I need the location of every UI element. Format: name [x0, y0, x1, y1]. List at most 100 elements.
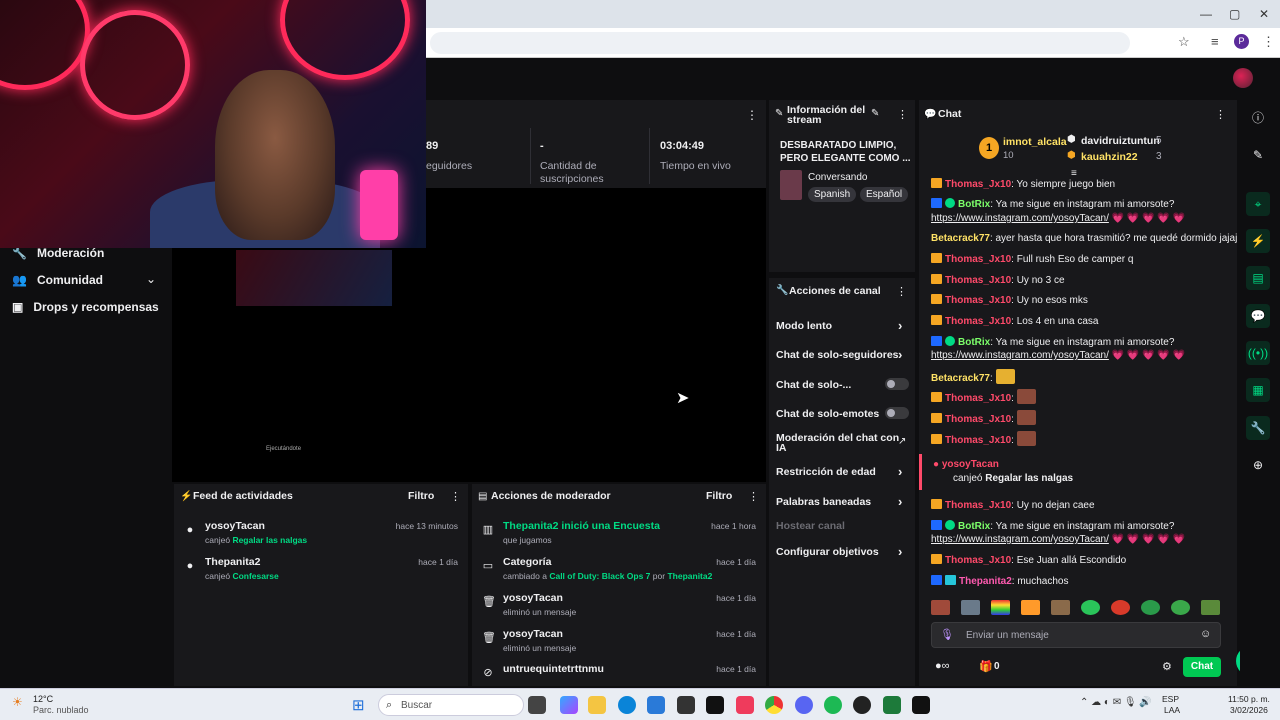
subs-only-toggle[interactable] [885, 378, 909, 390]
settings-gear-icon[interactable]: ⚙ [1162, 660, 1172, 673]
mic-icon[interactable]: 🎙 [940, 628, 954, 641]
emote[interactable] [1171, 600, 1190, 615]
obs-icon[interactable] [853, 696, 871, 714]
more-icon[interactable]: ⋮ [450, 490, 461, 503]
bookmark-star-icon[interactable]: ☆ [1178, 34, 1190, 50]
avatar[interactable] [1233, 68, 1253, 88]
emote-picker-icon[interactable]: ☺ [1200, 628, 1211, 640]
second-name[interactable]: davidruiztuntun [1081, 135, 1160, 147]
clock-time[interactable]: 11:50 p. m. [1228, 694, 1270, 704]
channel-points-icon[interactable]: ●∞ [935, 660, 950, 672]
filter-button[interactable]: Filtro [706, 490, 732, 502]
third-name[interactable]: kauahzin22 [1081, 151, 1138, 163]
chevron-right-icon[interactable]: › [898, 318, 902, 333]
emote[interactable] [1141, 600, 1160, 615]
tray-icons[interactable]: ⌃ ☁ ◐ ✉ 🎙 🔊 [1080, 697, 1152, 708]
action-followers-only[interactable]: Chat de solo-seguidores [776, 349, 899, 361]
focus-icon[interactable]: ⌖ [1246, 192, 1270, 216]
chat-icon[interactable]: 💬 [1246, 304, 1270, 328]
edit-icon[interactable]: ✎ [871, 108, 879, 119]
chat-send-button[interactable]: Chat [1183, 657, 1221, 677]
close-icon[interactable]: ✕ [1259, 7, 1269, 21]
windows-start-icon[interactable]: ⊞ [352, 696, 365, 714]
tiktok-icon[interactable] [706, 696, 724, 714]
tag[interactable]: Español [860, 187, 909, 202]
store-icon[interactable] [647, 696, 665, 714]
lang-1[interactable]: ESP [1162, 694, 1179, 704]
add-panel-icon[interactable]: ⊕ [1246, 453, 1270, 477]
excel-icon[interactable] [883, 696, 901, 714]
pencil-icon[interactable]: ✎ [1246, 143, 1270, 167]
layout-icon[interactable]: ▦ [1246, 378, 1270, 402]
mod-item-title[interactable]: untruequintetrttnmu [503, 663, 604, 675]
edge-icon[interactable] [618, 696, 636, 714]
action-banned-words[interactable]: Palabras baneadas [776, 496, 871, 508]
wrench-icon[interactable]: 🔧 [1246, 416, 1270, 440]
address-bar[interactable] [430, 32, 1130, 54]
filter-button[interactable]: Filtro [408, 490, 434, 502]
broadcast-icon[interactable]: ((•)) [1246, 341, 1270, 365]
feed-user[interactable]: Thepanita2 [205, 556, 260, 568]
chrome-icon[interactable] [765, 696, 783, 714]
cod-icon[interactable] [912, 696, 930, 714]
media-icon[interactable]: ≡ [1211, 34, 1219, 49]
divider [649, 128, 650, 184]
sidebar-item-moderation[interactable]: 🔧 Moderación [12, 246, 104, 260]
gift-icon[interactable]: 🎁 [979, 660, 993, 673]
category-cover [780, 170, 802, 200]
more-icon[interactable]: ⋮ [896, 285, 907, 298]
chevron-right-icon[interactable]: › [898, 464, 902, 479]
chevron-right-icon[interactable]: › [898, 544, 902, 559]
copilot-icon[interactable] [560, 696, 578, 714]
app-icon[interactable] [677, 696, 695, 714]
subs-value: - [540, 140, 544, 152]
profile-icon[interactable]: P [1234, 34, 1249, 49]
category[interactable]: Conversando [808, 172, 867, 183]
sidebar-item-drops[interactable]: ▣ Drops y recompensas [12, 300, 159, 314]
more-icon[interactable]: ⋮ [897, 108, 908, 121]
minimize-icon[interactable]: — [1200, 7, 1212, 21]
chevron-down-icon[interactable]: ⌄ [146, 272, 156, 286]
action-slow-mode[interactable]: Modo lento [776, 320, 832, 332]
action-age-restriction[interactable]: Restricción de edad [776, 466, 876, 478]
more-icon[interactable]: ⋮ [746, 108, 758, 122]
maximize-icon[interactable]: ▢ [1229, 7, 1240, 21]
chevron-right-icon[interactable]: › [898, 347, 902, 362]
mod-item-title[interactable]: yosoyTacan [503, 592, 563, 604]
more-icon[interactable]: ⋮ [1215, 108, 1226, 121]
info-icon[interactable]: ⓘ [1246, 106, 1270, 130]
taskbar-search[interactable]: ⌕ Buscar [378, 694, 524, 716]
emote[interactable] [961, 600, 980, 615]
tag[interactable]: Spanish [808, 187, 857, 202]
trash-icon: 🗑 [482, 596, 496, 608]
app-icon[interactable] [736, 696, 754, 714]
external-link-icon[interactable]: ↗ [898, 436, 906, 447]
emote[interactable] [931, 600, 950, 615]
sidebar-item-community[interactable]: 👥 Comunidad [12, 273, 103, 287]
list-icon: ▤ [478, 491, 488, 502]
stream-title-2: PERO ELEGANTE COMO ... [780, 153, 911, 164]
emote[interactable] [1201, 600, 1220, 615]
leader-name[interactable]: imnot_alcala [1003, 136, 1067, 148]
emotes-only-toggle[interactable] [885, 407, 909, 419]
action-goals[interactable]: Configurar objetivos [776, 546, 879, 558]
more-icon[interactable]: ⋮ [748, 490, 759, 503]
mod-item-title[interactable]: yosoyTacan [503, 628, 563, 640]
action-ai-moderation[interactable]: Moderación del chat con [776, 432, 899, 444]
list-icon[interactable]: ▤ [1246, 266, 1270, 290]
chevron-right-icon[interactable]: › [898, 494, 902, 509]
bolt-icon[interactable]: ⚡ [1246, 229, 1270, 253]
feed-user[interactable]: yosoyTacan [205, 520, 265, 532]
browser-menu-icon[interactable]: ⋮ [1262, 34, 1275, 50]
chat-input[interactable]: 🎙 Enviar un mensaje ☺ [931, 622, 1221, 648]
spotify-icon[interactable] [824, 696, 842, 714]
folder-icon[interactable] [588, 696, 606, 714]
followers-label: eguidores [426, 160, 473, 172]
discord-icon[interactable] [795, 696, 813, 714]
emote[interactable] [991, 600, 1010, 615]
file-icon[interactable] [528, 696, 546, 714]
emote[interactable] [1051, 600, 1070, 615]
emote[interactable] [1111, 600, 1130, 615]
emote[interactable] [1081, 600, 1100, 615]
emote[interactable] [1021, 600, 1040, 615]
